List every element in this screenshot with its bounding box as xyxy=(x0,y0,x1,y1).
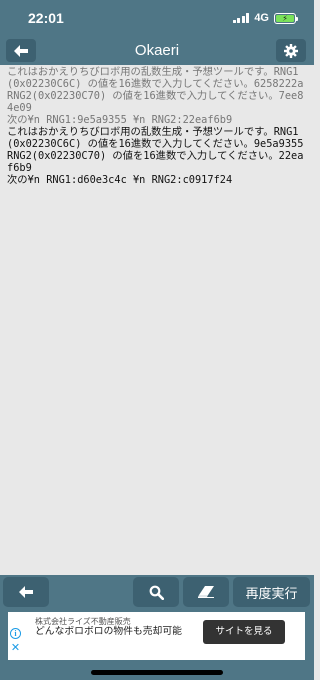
clear-button[interactable] xyxy=(183,577,229,607)
home-indicator xyxy=(91,670,223,675)
battery-level: ⚡ xyxy=(276,14,294,23)
log-line: RNG2(0x02230C70) の値を16進数で入力してください。22eaf6… xyxy=(7,150,304,174)
arrow-left-icon xyxy=(14,44,28,57)
toolbar-back-button[interactable] xyxy=(3,577,49,607)
gear-icon xyxy=(284,43,298,58)
rerun-label: 再度実行 xyxy=(245,585,298,601)
battery-icon: ⚡ xyxy=(274,12,298,24)
rerun-button[interactable]: 再度実行 xyxy=(233,577,310,607)
search-button[interactable] xyxy=(133,577,179,607)
settings-button[interactable] xyxy=(276,39,306,62)
ad-close-icon[interactable]: ✕ xyxy=(10,642,21,653)
ad-banner[interactable]: i ✕ 株式会社ライズ不動産販売 どんなボロボロの物件も売却可能 サイトを見る xyxy=(8,612,305,660)
page-title: Okaeri xyxy=(134,42,180,59)
ad-info-icon[interactable]: i xyxy=(10,628,21,639)
search-icon xyxy=(149,585,164,600)
status-bar: 22:01 4G ⚡ xyxy=(0,0,314,36)
log-line: 次の¥n RNG1:9e5a9355 ¥n RNG2:22eaf6b9 xyxy=(7,114,233,126)
log-line: これはおかえりちびロボ用の乱数生成・予想ツールです。RNG1(0x02230C6… xyxy=(7,126,304,150)
bottom-toolbar: 再度実行 xyxy=(0,575,314,610)
network-type: 4G xyxy=(254,12,269,24)
log-line: 次の¥n RNG1:d60e3c4c ¥n RNG2:c0917f24 xyxy=(7,174,233,186)
signal-icon xyxy=(232,13,250,23)
ad-area: i ✕ 株式会社ライズ不動産販売 どんなボロボロの物件も売却可能 サイトを見る xyxy=(0,610,314,680)
log-line: これはおかえりちびロボ用の乱数生成・予想ツールです。RNG1(0x02230C6… xyxy=(7,66,304,90)
status-icons: 4G ⚡ xyxy=(232,12,298,24)
ad-cta-button[interactable]: サイトを見る xyxy=(203,620,285,644)
status-time: 22:01 xyxy=(28,10,64,26)
back-button[interactable] xyxy=(6,39,36,62)
log-output[interactable]: これはおかえりちびロボ用の乱数生成・予想ツールです。RNG1(0x02230C6… xyxy=(0,65,314,575)
nav-bar: Okaeri xyxy=(0,36,314,65)
eraser-icon xyxy=(198,586,214,598)
log-line: RNG2(0x02230C70) の値を16進数で入力してください。7ee84e… xyxy=(7,90,304,114)
ad-text: どんなボロボロの物件も売却可能 xyxy=(35,626,182,637)
arrow-left-icon xyxy=(19,586,33,598)
